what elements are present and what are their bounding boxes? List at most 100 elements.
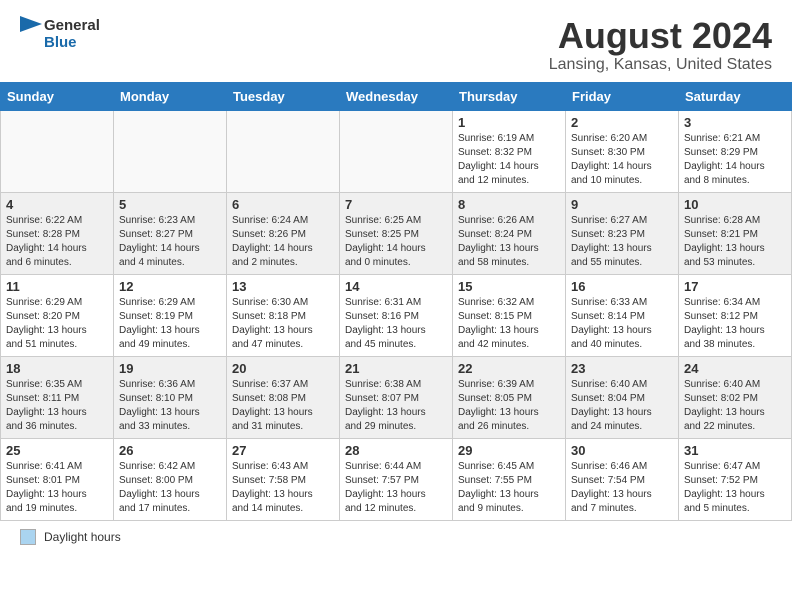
day-info: Sunrise: 6:29 AM Sunset: 8:20 PM Dayligh…: [6, 296, 108, 352]
logo: General Blue: [20, 16, 100, 52]
day-number: 22: [458, 361, 560, 376]
day-number: 16: [571, 279, 673, 294]
day-info: Sunrise: 6:40 AM Sunset: 8:02 PM Dayligh…: [684, 378, 786, 434]
page-header: General Blue August 2024 Lansing, Kansas…: [0, 0, 792, 82]
day-info: Sunrise: 6:35 AM Sunset: 8:11 PM Dayligh…: [6, 378, 108, 434]
day-info: Sunrise: 6:20 AM Sunset: 8:30 PM Dayligh…: [571, 132, 673, 188]
day-number: 2: [571, 115, 673, 130]
day-info: Sunrise: 6:47 AM Sunset: 7:52 PM Dayligh…: [684, 460, 786, 516]
calendar-cell: [1, 110, 114, 192]
day-number: 18: [6, 361, 108, 376]
calendar-cell: 29 Sunrise: 6:45 AM Sunset: 7:55 PM Dayli…: [453, 438, 566, 520]
day-info: Sunrise: 6:46 AM Sunset: 7:54 PM Dayligh…: [571, 460, 673, 516]
day-info: Sunrise: 6:23 AM Sunset: 8:27 PM Dayligh…: [119, 214, 221, 270]
calendar-cell: [114, 110, 227, 192]
calendar-header-monday: Monday: [114, 82, 227, 110]
day-number: 5: [119, 197, 221, 212]
day-info: Sunrise: 6:24 AM Sunset: 8:26 PM Dayligh…: [232, 214, 334, 270]
calendar-cell: 12Sunrise: 6:29 AM Sunset: 8:19 PM Dayli…: [114, 274, 227, 356]
calendar-cell: 11Sunrise: 6:29 AM Sunset: 8:20 PM Dayli…: [1, 274, 114, 356]
calendar-cell: 14Sunrise: 6:31 AM Sunset: 8:16 PM Dayli…: [340, 274, 453, 356]
logo-general-text: General: [44, 17, 100, 34]
calendar-cell: 31 Sunrise: 6:47 AM Sunset: 7:52 PM Dayli…: [679, 438, 792, 520]
day-info: Sunrise: 6:33 AM Sunset: 8:14 PM Dayligh…: [571, 296, 673, 352]
day-info: Sunrise: 6:45 AM Sunset: 7:55 PM Dayligh…: [458, 460, 560, 516]
calendar-header-thursday: Thursday: [453, 82, 566, 110]
calendar-cell: 5 Sunrise: 6:23 AM Sunset: 8:27 PM Daylig…: [114, 192, 227, 274]
day-info: Sunrise: 6:32 AM Sunset: 8:15 PM Dayligh…: [458, 296, 560, 352]
legend-color-box: [20, 529, 36, 545]
day-number: 30: [571, 443, 673, 458]
day-number: 9: [571, 197, 673, 212]
calendar-week-row: 18 Sunrise: 6:35 AM Sunset: 8:11 PM Dayli…: [1, 356, 792, 438]
calendar-cell: 7 Sunrise: 6:25 AM Sunset: 8:25 PM Daylig…: [340, 192, 453, 274]
calendar-cell: 24Sunrise: 6:40 AM Sunset: 8:02 PM Dayli…: [679, 356, 792, 438]
calendar-cell: 19 Sunrise: 6:36 AM Sunset: 8:10 PM Dayli…: [114, 356, 227, 438]
day-number: 15: [458, 279, 560, 294]
calendar-cell: 15 Sunrise: 6:32 AM Sunset: 8:15 PM Dayli…: [453, 274, 566, 356]
calendar-cell: 30 Sunrise: 6:46 AM Sunset: 7:54 PM Dayli…: [566, 438, 679, 520]
day-info: Sunrise: 6:41 AM Sunset: 8:01 PM Dayligh…: [6, 460, 108, 516]
day-number: 31: [684, 443, 786, 458]
day-info: Sunrise: 6:29 AM Sunset: 8:19 PM Dayligh…: [119, 296, 221, 352]
calendar-cell: 16 Sunrise: 6:33 AM Sunset: 8:14 PM Dayli…: [566, 274, 679, 356]
day-number: 19: [119, 361, 221, 376]
day-info: Sunrise: 6:40 AM Sunset: 8:04 PM Dayligh…: [571, 378, 673, 434]
calendar-cell: 26 Sunrise: 6:42 AM Sunset: 8:00 PM Dayli…: [114, 438, 227, 520]
day-number: 27: [232, 443, 334, 458]
calendar-cell: 18 Sunrise: 6:35 AM Sunset: 8:11 PM Dayli…: [1, 356, 114, 438]
calendar-cell: [340, 110, 453, 192]
calendar-cell: 10 Sunrise: 6:28 AM Sunset: 8:21 PM Dayli…: [679, 192, 792, 274]
calendar-cell: 22 Sunrise: 6:39 AM Sunset: 8:05 PM Dayli…: [453, 356, 566, 438]
day-number: 20: [232, 361, 334, 376]
day-number: 21: [345, 361, 447, 376]
day-info: Sunrise: 6:36 AM Sunset: 8:10 PM Dayligh…: [119, 378, 221, 434]
calendar-week-row: 1 Sunrise: 6:19 AM Sunset: 8:32 PM Daylig…: [1, 110, 792, 192]
calendar-cell: 25 Sunrise: 6:41 AM Sunset: 8:01 PM Dayli…: [1, 438, 114, 520]
location-subtitle: Lansing, Kansas, United States: [549, 56, 772, 74]
day-number: 13: [232, 279, 334, 294]
day-number: 10: [684, 197, 786, 212]
day-number: 4: [6, 197, 108, 212]
day-number: 1: [458, 115, 560, 130]
calendar-cell: 20 Sunrise: 6:37 AM Sunset: 8:08 PM Dayli…: [227, 356, 340, 438]
day-info: Sunrise: 6:19 AM Sunset: 8:32 PM Dayligh…: [458, 132, 560, 188]
day-info: Sunrise: 6:34 AM Sunset: 8:12 PM Dayligh…: [684, 296, 786, 352]
month-year-title: August 2024: [549, 16, 772, 56]
calendar-cell: 23Sunrise: 6:40 AM Sunset: 8:04 PM Dayli…: [566, 356, 679, 438]
footer: Daylight hours: [0, 521, 792, 553]
logo-blue-text: Blue: [44, 34, 100, 51]
calendar-header-saturday: Saturday: [679, 82, 792, 110]
calendar-cell: 17Sunrise: 6:34 AM Sunset: 8:12 PM Dayli…: [679, 274, 792, 356]
day-number: 7: [345, 197, 447, 212]
day-info: Sunrise: 6:30 AM Sunset: 8:18 PM Dayligh…: [232, 296, 334, 352]
calendar-header-sunday: Sunday: [1, 82, 114, 110]
title-block: August 2024 Lansing, Kansas, United Stat…: [549, 16, 772, 74]
day-number: 14: [345, 279, 447, 294]
day-number: 26: [119, 443, 221, 458]
day-info: Sunrise: 6:39 AM Sunset: 8:05 PM Dayligh…: [458, 378, 560, 434]
day-info: Sunrise: 6:37 AM Sunset: 8:08 PM Dayligh…: [232, 378, 334, 434]
day-number: 29: [458, 443, 560, 458]
day-number: 3: [684, 115, 786, 130]
calendar-header-wednesday: Wednesday: [340, 82, 453, 110]
calendar-header-friday: Friday: [566, 82, 679, 110]
day-number: 28: [345, 443, 447, 458]
calendar-cell: 3 Sunrise: 6:21 AM Sunset: 8:29 PM Daylig…: [679, 110, 792, 192]
calendar-cell: 4Sunrise: 6:22 AM Sunset: 8:28 PM Daylig…: [1, 192, 114, 274]
day-info: Sunrise: 6:26 AM Sunset: 8:24 PM Dayligh…: [458, 214, 560, 270]
day-number: 25: [6, 443, 108, 458]
calendar-cell: 6Sunrise: 6:24 AM Sunset: 8:26 PM Daylig…: [227, 192, 340, 274]
day-info: Sunrise: 6:21 AM Sunset: 8:29 PM Dayligh…: [684, 132, 786, 188]
calendar-cell: 9 Sunrise: 6:27 AM Sunset: 8:23 PM Daylig…: [566, 192, 679, 274]
calendar-header-row: SundayMondayTuesdayWednesdayThursdayFrid…: [1, 82, 792, 110]
day-info: Sunrise: 6:43 AM Sunset: 7:58 PM Dayligh…: [232, 460, 334, 516]
calendar-table: SundayMondayTuesdayWednesdayThursdayFrid…: [0, 82, 792, 521]
calendar-cell: 2 Sunrise: 6:20 AM Sunset: 8:30 PM Daylig…: [566, 110, 679, 192]
day-info: Sunrise: 6:27 AM Sunset: 8:23 PM Dayligh…: [571, 214, 673, 270]
day-info: Sunrise: 6:42 AM Sunset: 8:00 PM Dayligh…: [119, 460, 221, 516]
day-info: Sunrise: 6:28 AM Sunset: 8:21 PM Dayligh…: [684, 214, 786, 270]
logo-flag-icon: [20, 16, 42, 52]
calendar-cell: 13 Sunrise: 6:30 AM Sunset: 8:18 PM Dayli…: [227, 274, 340, 356]
day-info: Sunrise: 6:25 AM Sunset: 8:25 PM Dayligh…: [345, 214, 447, 270]
